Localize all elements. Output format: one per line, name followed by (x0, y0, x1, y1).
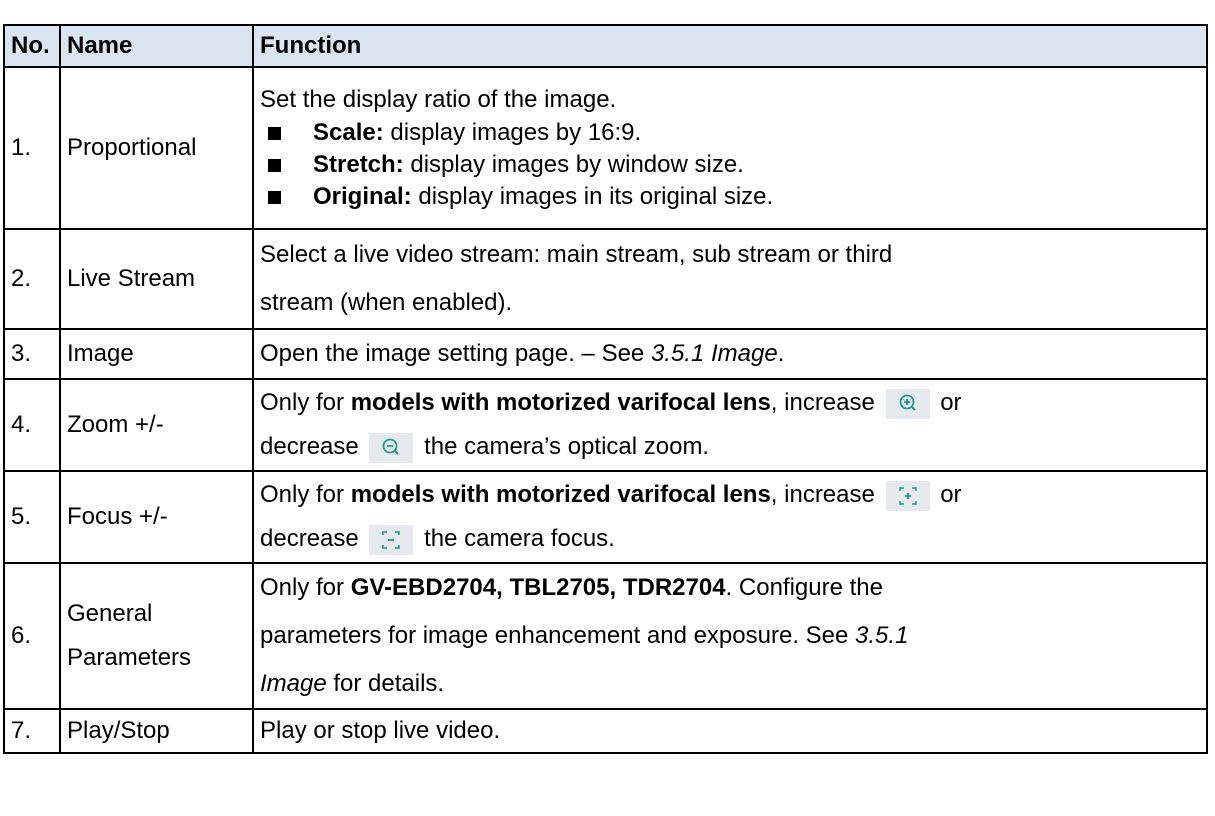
row-function: Set the display ratio of the image. Scal… (252, 66, 1208, 230)
bullet-desc: display images in its original size. (411, 183, 774, 210)
table-row: 5. Focus +/- Only for models with motori… (3, 470, 1208, 564)
function-text: the camera focus. (424, 525, 615, 552)
table-row: 2. Live Stream Select a live video strea… (3, 228, 1208, 330)
section-reference: 3.5.1 (855, 622, 909, 649)
list-item: Stretch: display images by window size. (260, 149, 1200, 181)
row-function: Only for models with motorized varifocal… (252, 470, 1208, 564)
function-text: , increase (770, 481, 875, 508)
row-name-line: General (67, 600, 153, 627)
square-bullet-icon (268, 190, 281, 204)
function-text: decrease (260, 525, 359, 552)
bullet-desc: display images by 16:9. (383, 119, 642, 146)
list-item: Scale: display images by 16:9. (260, 117, 1200, 149)
list-item: Original: display images in its original… (260, 181, 1200, 213)
row-name: Zoom +/- (59, 378, 254, 472)
table-row: 3. Image Open the image setting page. – … (3, 328, 1208, 380)
row-function: Only for models with motorized varifocal… (252, 378, 1208, 472)
row-no: 1. (3, 66, 61, 230)
row-name: Focus +/- (59, 470, 254, 564)
table-row: 7. Play/Stop Play or stop live video. (3, 708, 1208, 754)
function-text: or (940, 389, 962, 416)
header-name: Name (59, 24, 254, 68)
function-text: Only for (260, 481, 351, 508)
row-function: Only for GV-EBD2704, TBL2705, TDR2704. C… (252, 562, 1208, 710)
row-no: 2. (3, 228, 61, 330)
header-function: Function (252, 24, 1208, 68)
row-name: Image (59, 328, 254, 380)
row-name: Play/Stop (59, 708, 254, 754)
focus-in-icon (885, 480, 930, 511)
function-bold: models with motorized varifocal lens (350, 481, 771, 508)
table-row: 1. Proportional Set the display ratio of… (3, 66, 1208, 230)
row-no: 4. (3, 378, 61, 472)
row-function: Select a live video stream: main stream,… (252, 228, 1208, 330)
zoom-out-icon (369, 432, 414, 463)
row-no: 7. (3, 708, 61, 754)
function-line: stream (when enabled). (260, 289, 513, 316)
row-name-line: Parameters (67, 644, 192, 671)
header-no: No. (3, 24, 61, 68)
function-intro: Set the display ratio of the image. (260, 86, 617, 113)
row-no: 6. (3, 562, 61, 710)
section-reference: 3.5.1 Image (650, 340, 778, 367)
table-row: 4. Zoom +/- Only for models with motoriz… (3, 378, 1208, 472)
function-bold: models with motorized varifocal lens (350, 389, 771, 416)
table-row: 6. General Parameters Only for GV-EBD270… (3, 562, 1208, 710)
row-name: General Parameters (59, 562, 254, 710)
bullet-desc: display images by window size. (403, 151, 744, 178)
square-bullet-icon (268, 158, 281, 172)
function-text-end: . (777, 340, 785, 367)
function-text: . Configure the (725, 574, 883, 601)
row-name: Proportional (59, 66, 254, 230)
function-text: , increase (770, 389, 875, 416)
function-text: Open the image setting page. – See (260, 340, 651, 367)
row-no: 5. (3, 470, 61, 564)
row-name: Live Stream (59, 228, 254, 330)
function-text: decrease (260, 433, 359, 460)
function-text: for details. (326, 670, 445, 697)
function-text: parameters for image enhancement and exp… (260, 622, 856, 649)
function-text: the camera’s optical zoom. (424, 433, 710, 460)
row-function: Play or stop live video. (252, 708, 1208, 754)
zoom-in-icon (885, 388, 930, 419)
bullet-term: Original: (313, 183, 412, 210)
bullet-term: Scale: (313, 119, 384, 146)
function-text: Only for (260, 389, 351, 416)
function-text: or (940, 481, 962, 508)
section-reference: Image (260, 670, 327, 697)
function-table: No. Name Function 1. Proportional Set th… (3, 24, 1208, 754)
function-bold: GV-EBD2704, TBL2705, TDR2704 (350, 574, 726, 601)
table-header-row: No. Name Function (3, 24, 1208, 68)
function-line: Select a live video stream: main stream,… (260, 241, 893, 268)
square-bullet-icon (268, 126, 281, 140)
bullet-term: Stretch: (313, 151, 404, 178)
bullet-list: Scale: display images by 16:9. Stretch: … (260, 117, 1200, 213)
function-text: Only for (260, 574, 351, 601)
row-function: Open the image setting page. – See 3.5.1… (252, 328, 1208, 380)
focus-out-icon (369, 524, 414, 555)
row-no: 3. (3, 328, 61, 380)
